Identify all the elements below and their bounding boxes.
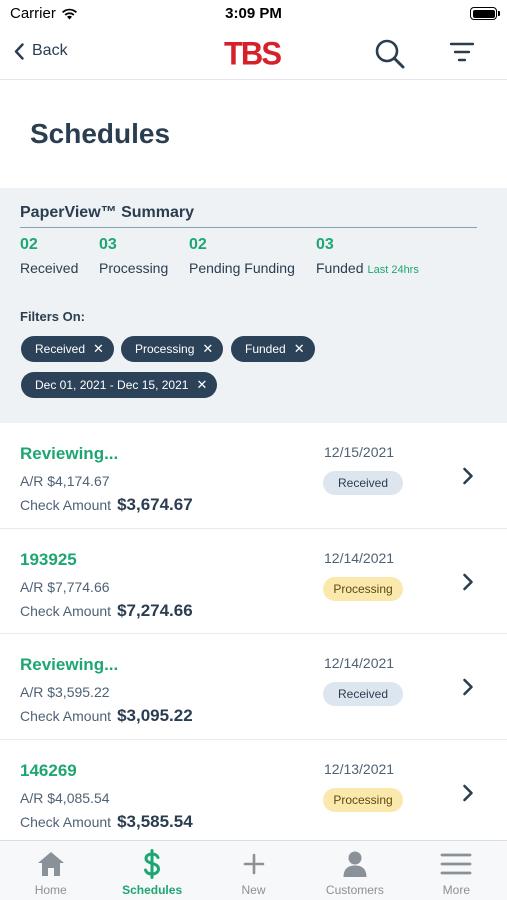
- close-icon[interactable]: ✕: [196, 377, 207, 393]
- tab-label: Customers: [325, 883, 384, 897]
- check-amount: $3,095.22: [117, 706, 193, 725]
- ar-amount: A/R $7,774.66: [20, 578, 110, 595]
- schedule-title: 146269: [20, 760, 77, 780]
- ar-amount: A/R $4,174.67: [20, 473, 110, 489]
- tab-label: More: [442, 883, 470, 897]
- check-label: Check Amount: [20, 497, 112, 513]
- stat-count: 02: [189, 236, 207, 253]
- chevron-right-icon[interactable]: [462, 784, 474, 802]
- schedule-row[interactable]: Reviewing... A/R $3,595.22 Check Amount $…: [0, 634, 507, 740]
- page-title: Schedules: [30, 118, 171, 149]
- ar-amount: A/R $3,595.22: [20, 684, 110, 700]
- schedule-date: 12/14/2021: [324, 655, 395, 671]
- schedule-date: 12/13/2021: [324, 760, 395, 777]
- stat-label: Pending Funding: [189, 260, 295, 276]
- check-amount: $3,674.67: [117, 495, 193, 514]
- schedule-row[interactable]: 193925 A/R $7,774.66 Check Amount $7,274.…: [0, 529, 507, 634]
- chip-label: Received: [35, 342, 86, 356]
- chevron-right-icon[interactable]: [462, 678, 474, 696]
- tab-label: Schedules: [122, 883, 183, 897]
- check-label: Check Amount: [20, 708, 112, 724]
- filter-chip-processing[interactable]: Processing ✕: [121, 336, 224, 362]
- stat-processing[interactable]: 03 Processing: [99, 236, 168, 276]
- stat-received[interactable]: 02 Received: [20, 236, 78, 276]
- stat-label: Received: [20, 260, 79, 276]
- status-badge: Received: [323, 682, 403, 706]
- tab-label: New: [241, 883, 266, 897]
- schedule-date: 12/15/2021: [324, 444, 395, 460]
- menu-icon: [440, 853, 472, 875]
- summary-divider: [20, 227, 477, 228]
- status-badge: Received: [323, 471, 403, 495]
- chip-label: Dec 01, 2021 - Dec 15, 2021: [35, 378, 189, 392]
- back-button[interactable]: Back: [14, 42, 68, 60]
- chip-label: Processing: [135, 342, 195, 356]
- stat-count: 02: [20, 236, 38, 253]
- filter-icon[interactable]: [449, 41, 475, 63]
- filter-chip-date-range[interactable]: Dec 01, 2021 - Dec 15, 2021 ✕: [21, 372, 218, 398]
- tab-schedules[interactable]: Schedules: [101, 841, 202, 900]
- status-bar: Carrier 3:09 PM: [0, 0, 507, 28]
- check-amount-row: Check Amount $3,095.22: [20, 706, 193, 726]
- search-icon[interactable]: [374, 38, 406, 70]
- schedule-date: 12/14/2021: [324, 549, 395, 566]
- tab-new[interactable]: New: [203, 841, 304, 900]
- stat-label: Processing: [99, 260, 169, 276]
- stat-count: 03: [99, 236, 117, 253]
- chevron-right-icon[interactable]: [462, 573, 474, 591]
- chip-label: Funded: [245, 342, 286, 356]
- tab-bar: Home Schedules New Customers More: [0, 840, 507, 900]
- close-icon[interactable]: ✕: [202, 341, 213, 357]
- status-badge: Processing: [323, 787, 403, 812]
- ar-amount: A/R $4,085.54: [20, 789, 110, 806]
- back-label: Back: [32, 42, 68, 59]
- tab-label: Home: [34, 883, 67, 897]
- schedule-title: 193925: [20, 549, 77, 569]
- plus-icon: [243, 853, 264, 875]
- paperview-summary: PaperView™ Summary 02 Received 03 Proces…: [0, 188, 507, 423]
- stat-label: Funded: [316, 260, 364, 276]
- person-icon: [343, 851, 367, 877]
- status-badge: Processing: [323, 576, 403, 601]
- battery-icon: [470, 7, 500, 20]
- clock: 3:09 PM: [225, 5, 282, 22]
- schedule-row[interactable]: Reviewing... A/R $4,174.67 Check Amount $…: [0, 423, 507, 529]
- check-label: Check Amount: [20, 813, 112, 830]
- check-amount: $3,585.54: [117, 811, 193, 831]
- chevron-left-icon: [14, 42, 24, 60]
- check-amount-row: Check Amount $3,585.54: [20, 812, 193, 832]
- check-amount: $7,274.66: [117, 600, 193, 620]
- filter-chip-funded[interactable]: Funded ✕: [231, 336, 315, 362]
- dollar-icon: [144, 849, 161, 879]
- schedule-row[interactable]: 146269 A/R $4,085.54 Check Amount $3,585.…: [0, 740, 507, 845]
- stat-funded[interactable]: 03 Funded Last 24hrs: [316, 236, 419, 276]
- filters-label: Filters On:: [20, 309, 86, 324]
- stat-label-row: Funded Last 24hrs: [316, 260, 419, 276]
- filter-chip-received[interactable]: Received ✕: [21, 336, 114, 362]
- tbs-logo: TBS: [224, 35, 282, 72]
- home-icon: [37, 852, 64, 876]
- nav-bar: Back TBS: [0, 28, 507, 80]
- schedule-title: Reviewing...: [20, 444, 119, 463]
- chevron-right-icon[interactable]: [462, 467, 474, 485]
- stat-note: Last 24hrs: [367, 264, 419, 276]
- check-label: Check Amount: [20, 602, 112, 619]
- tab-more[interactable]: More: [406, 841, 507, 900]
- schedule-title: Reviewing...: [20, 655, 119, 674]
- stat-pending-funding[interactable]: 02 Pending Funding: [189, 236, 295, 276]
- summary-title: PaperView™ Summary: [20, 204, 195, 221]
- check-amount-row: Check Amount $3,674.67: [20, 495, 193, 515]
- tab-customers[interactable]: Customers: [304, 841, 405, 900]
- tab-home[interactable]: Home: [0, 841, 101, 900]
- schedule-list: Reviewing... A/R $4,174.67 Check Amount $…: [0, 423, 507, 845]
- check-amount-row: Check Amount $7,274.66: [20, 601, 193, 621]
- close-icon[interactable]: ✕: [93, 341, 104, 357]
- stat-count: 03: [316, 236, 334, 253]
- close-icon[interactable]: ✕: [294, 341, 305, 357]
